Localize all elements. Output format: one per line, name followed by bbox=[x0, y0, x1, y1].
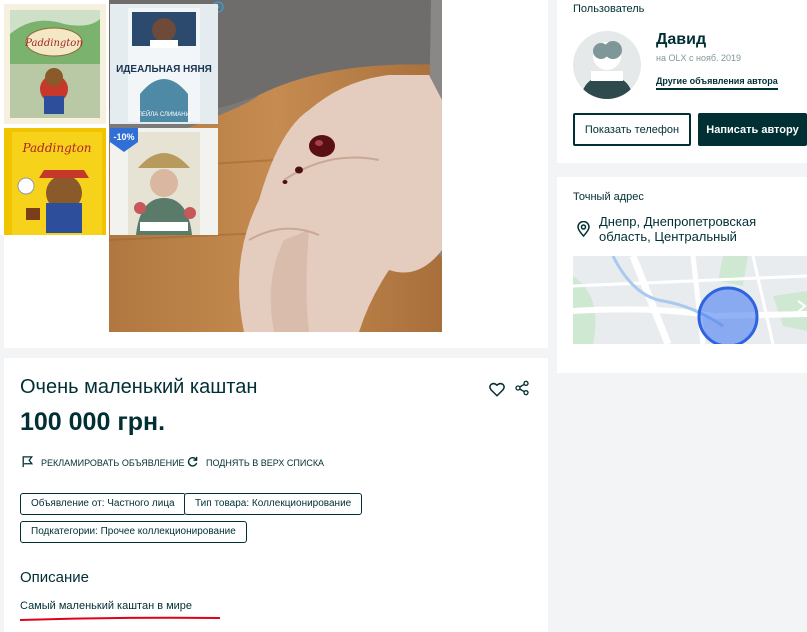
ad-banner[interactable]: Paddington ИДЕАЛЬНАЯ НЯНЯ ЛЕЙЛА СЛИМАНИ … bbox=[0, 0, 224, 235]
listing-title: Очень маленький каштан bbox=[20, 376, 258, 398]
description-text: Самый маленький каштан в мире bbox=[20, 600, 193, 612]
book-author-nanny: ЛЕЙЛА СЛИМАНИ bbox=[138, 110, 190, 118]
show-phone-button[interactable]: Показать телефон bbox=[573, 113, 691, 146]
raise-label: Поднять в верх списка bbox=[206, 457, 325, 468]
book-fourth[interactable]: -10% bbox=[110, 128, 218, 235]
address-card: Точный адрес Днепр, Днепропетровская обл… bbox=[557, 177, 807, 373]
svg-text:Paddington: Paddington bbox=[24, 38, 83, 49]
book-title-nanny: ИДЕАЛЬНАЯ НЯНЯ bbox=[116, 64, 212, 75]
user-card: Пользователь Давид на OLX с нояб. 2019 Д… bbox=[557, 0, 807, 163]
promote-link[interactable]: Рекламировать объявление bbox=[22, 456, 185, 470]
user-since: на OLX с нояб. 2019 bbox=[656, 53, 742, 63]
avatar bbox=[573, 31, 641, 99]
discount-badge: -10% bbox=[113, 132, 134, 142]
refresh-icon bbox=[187, 456, 198, 469]
promote-label: Рекламировать объявление bbox=[41, 458, 185, 468]
user-section-label: Пользователь bbox=[573, 3, 645, 15]
raise-link[interactable]: Поднять в верх списка bbox=[187, 456, 324, 469]
tag-product-type[interactable]: Тип товара: Коллекционирование bbox=[184, 493, 363, 515]
listing-price: 100 000 грн. bbox=[20, 408, 166, 436]
location-pin-icon bbox=[577, 220, 590, 238]
listing-details: Очень маленький каштан 100 000 грн. Рекл… bbox=[4, 358, 548, 632]
address-text: Днепр, Днепропетровская область, Централ… bbox=[599, 214, 757, 244]
share-icon[interactable] bbox=[514, 380, 532, 398]
message-author-button[interactable]: Написать автору bbox=[698, 113, 807, 146]
location-map[interactable] bbox=[573, 256, 807, 344]
address-section-label: Точный адрес bbox=[573, 191, 644, 203]
book-paddington-2[interactable]: Paddington bbox=[4, 128, 106, 235]
other-ads-link[interactable]: Другие объявления автора bbox=[656, 76, 778, 90]
tag-subcategory[interactable]: Подкатегории: Прочее коллекционирование bbox=[20, 521, 247, 543]
user-name: Давид bbox=[656, 31, 707, 48]
svg-text:Paddington: Paddington bbox=[21, 141, 91, 155]
book-paddington-1[interactable]: Paddington bbox=[4, 4, 106, 124]
heart-icon[interactable] bbox=[488, 380, 506, 398]
flag-icon bbox=[22, 456, 34, 470]
tag-seller-type[interactable]: Объявление от: Частного лица bbox=[20, 493, 186, 515]
description-title: Описание bbox=[20, 569, 90, 586]
book-perfect-nanny[interactable]: ИДЕАЛЬНАЯ НЯНЯ ЛЕЙЛА СЛИМАНИ bbox=[110, 4, 218, 124]
red-underline-annotation bbox=[20, 616, 220, 621]
